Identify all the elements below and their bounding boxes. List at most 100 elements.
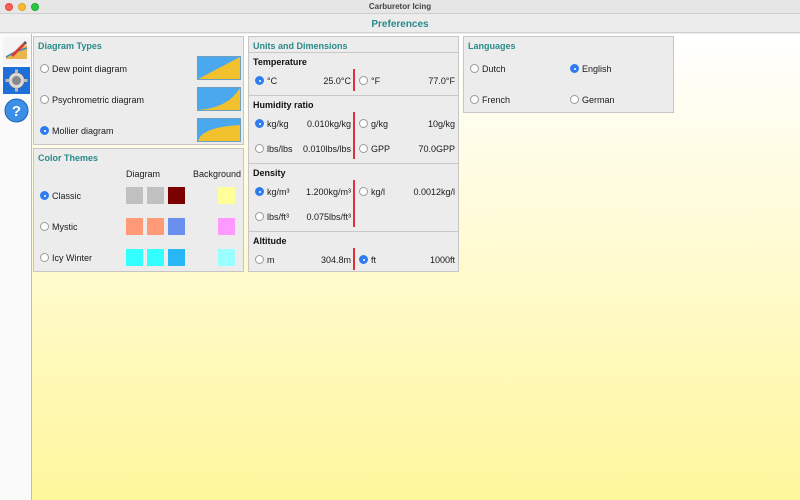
meters-value: 304.8m xyxy=(320,255,351,265)
icy-winter-radio[interactable] xyxy=(40,253,49,262)
humidity-title: Humidity ratio xyxy=(253,100,314,110)
english-radio[interactable] xyxy=(570,64,579,73)
diagram-types-panel: Diagram Types Dew point diagram Psychrom… xyxy=(33,36,244,145)
classic-background-swatch xyxy=(218,187,235,204)
color-themes-panel: Color Themes Diagram Background Classic … xyxy=(33,148,244,272)
background-column-header: Background xyxy=(193,169,242,179)
diagram-column-header: Diagram xyxy=(126,169,161,179)
meters-radio[interactable] xyxy=(255,255,264,264)
kgl-label: kg/l xyxy=(371,187,386,197)
gpp-value: 70.0GPP xyxy=(418,144,455,154)
classic-label: Classic xyxy=(52,191,82,201)
temperature-divider xyxy=(353,69,355,91)
languages-title: Languages xyxy=(468,41,516,51)
mollier-label: Mollier diagram xyxy=(52,126,114,136)
lbslbs-value: 0.010lbs/lbs xyxy=(302,144,351,154)
altitude-title: Altitude xyxy=(253,236,287,246)
mystic-diagram-swatch-3 xyxy=(168,218,185,235)
dutch-radio[interactable] xyxy=(470,64,479,73)
kgl-value: 0.0012kg/l xyxy=(413,187,455,197)
title-bar: Carburetor Icing xyxy=(0,0,800,14)
temperature-section: Temperature °C 25.0°C °F 77.0°F xyxy=(249,52,458,92)
lbsft3-value: 0.075lbs/ft³ xyxy=(306,212,351,222)
kgm3-value: 1.200kg/m³ xyxy=(305,187,351,197)
dutch-label: Dutch xyxy=(482,64,506,74)
dew-point-label: Dew point diagram xyxy=(52,64,128,74)
icy-winter-diagram-swatch-3 xyxy=(168,249,185,266)
celsius-label: °C xyxy=(267,76,278,86)
kgkg-label: kg/kg xyxy=(267,119,289,129)
lbslbs-radio[interactable] xyxy=(255,144,264,153)
mystic-background-swatch xyxy=(218,218,235,235)
mollier-radio[interactable] xyxy=(40,126,49,135)
english-label: English xyxy=(582,64,612,74)
diagram-types-title: Diagram Types xyxy=(38,41,102,51)
lbsft3-radio[interactable] xyxy=(255,212,264,221)
feet-radio[interactable] xyxy=(359,255,368,264)
app-title: Carburetor Icing xyxy=(368,2,432,11)
temperature-title: Temperature xyxy=(253,57,307,67)
fahrenheit-value: 77.0°F xyxy=(428,76,455,86)
icy-winter-background-swatch xyxy=(218,249,235,266)
help-icon: ? xyxy=(4,98,29,123)
classic-diagram-swatch-3 xyxy=(168,187,185,204)
dew-point-thumbnail[interactable] xyxy=(197,56,241,80)
kgm3-radio[interactable] xyxy=(255,187,264,196)
settings-button[interactable] xyxy=(3,67,30,94)
gear-icon xyxy=(3,67,30,94)
classic-diagram-swatch-1 xyxy=(126,187,143,204)
psychrometric-thumbnail[interactable] xyxy=(197,87,241,111)
kgkg-radio[interactable] xyxy=(255,119,264,128)
density-title: Density xyxy=(253,168,286,178)
celsius-value: 25.0°C xyxy=(323,76,351,86)
lbsft3-label: lbs/ft³ xyxy=(267,212,290,222)
density-divider xyxy=(353,180,355,227)
altitude-section: Altitude m 304.8m ft 1000ft xyxy=(249,231,458,271)
languages-panel: Languages Dutch English French German xyxy=(463,36,674,113)
fahrenheit-radio[interactable] xyxy=(359,76,368,85)
page-title: Preferences xyxy=(371,19,429,30)
mystic-diagram-swatch-1 xyxy=(126,218,143,235)
psychrometric-label: Psychrometric diagram xyxy=(52,95,145,105)
mollier-thumbnail[interactable] xyxy=(197,118,241,142)
kgkg-value: 0.010kg/kg xyxy=(306,119,351,129)
preferences-header: Preferences xyxy=(0,15,800,33)
gkg-label: g/kg xyxy=(371,119,389,129)
mystic-diagram-swatch-2 xyxy=(147,218,164,235)
french-radio[interactable] xyxy=(470,95,479,104)
classic-diagram-swatch-2 xyxy=(147,187,164,204)
units-title: Units and Dimensions xyxy=(253,41,348,51)
lbslbs-label: lbs/lbs xyxy=(267,144,293,154)
gpp-radio[interactable] xyxy=(359,144,368,153)
kgm3-label: kg/m³ xyxy=(267,187,290,197)
color-themes-title: Color Themes xyxy=(38,153,99,163)
density-section: Density kg/m³ 1.200kg/m³ kg/l 0.0012kg/l… xyxy=(249,163,458,228)
icy-winter-diagram-swatch-2 xyxy=(147,249,164,266)
mystic-label: Mystic xyxy=(52,222,78,232)
mystic-radio[interactable] xyxy=(40,222,49,231)
dew-point-diagram-icon xyxy=(198,57,240,79)
celsius-radio[interactable] xyxy=(255,76,264,85)
classic-radio[interactable] xyxy=(40,191,49,200)
icy-winter-diagram-swatch-1 xyxy=(126,249,143,266)
feet-label: ft xyxy=(371,255,377,265)
chart-edit-icon xyxy=(3,37,30,64)
french-label: French xyxy=(482,95,511,105)
psychrometric-diagram-icon xyxy=(198,88,240,110)
gkg-radio[interactable] xyxy=(359,119,368,128)
preferences-content: Diagram Types Dew point diagram Psychrom… xyxy=(32,34,800,500)
kgl-radio[interactable] xyxy=(359,187,368,196)
german-radio[interactable] xyxy=(570,95,579,104)
feet-value: 1000ft xyxy=(429,255,455,265)
icy-winter-label: Icy Winter xyxy=(52,253,93,263)
diagram-tool-button[interactable] xyxy=(3,37,30,64)
psychrometric-radio[interactable] xyxy=(40,95,49,104)
svg-text:?: ? xyxy=(12,103,21,120)
altitude-divider xyxy=(353,248,355,270)
help-button[interactable]: ? xyxy=(3,97,30,124)
dew-point-radio[interactable] xyxy=(40,64,49,73)
units-panel: Units and Dimensions Temperature °C 25.0… xyxy=(248,36,459,272)
humidity-divider xyxy=(353,112,355,159)
meters-label: m xyxy=(267,255,275,265)
fahrenheit-label: °F xyxy=(371,76,381,86)
